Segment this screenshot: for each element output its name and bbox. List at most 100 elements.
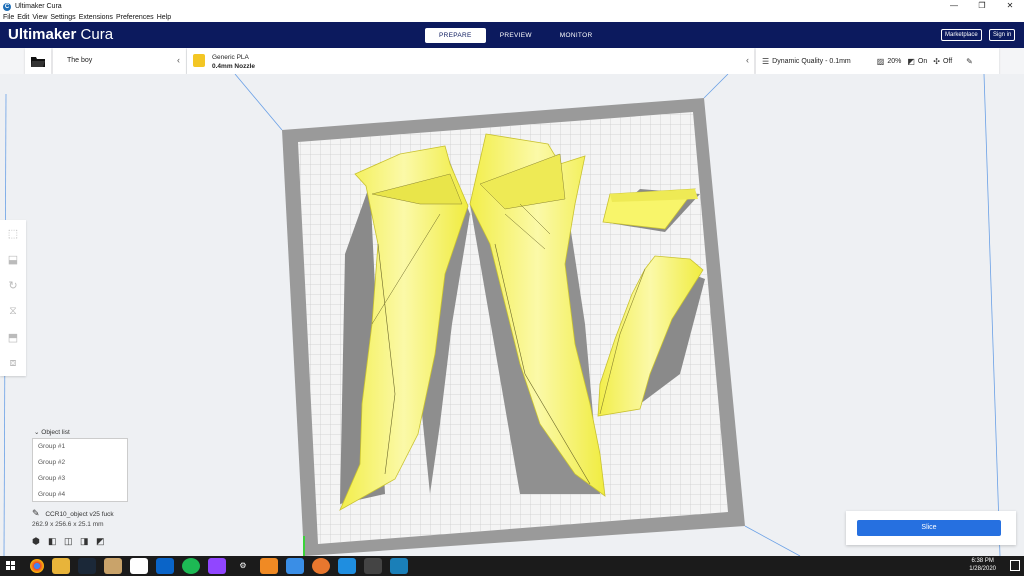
file-explorer-icon[interactable] (52, 558, 70, 574)
app2-icon[interactable] (364, 558, 382, 574)
menu-file[interactable]: File (3, 14, 14, 21)
rotate-tool-icon[interactable]: ↻ (0, 272, 26, 298)
adhesion-item[interactable]: ✣ Off (933, 57, 952, 66)
printer-material-panel[interactable]: Generic PLA 0.4mm Nozzle ‹ (187, 48, 754, 74)
taskbar-clock[interactable]: 6:38 PM 1/28/2020 (969, 557, 996, 573)
object-name-row[interactable]: ✎ CCR10_object v25 fuck (32, 508, 114, 519)
object-list: Group #1 Group #2 Group #3 Group #4 (32, 438, 128, 502)
notification-icon[interactable] (1010, 560, 1020, 571)
profile-item[interactable]: ☰ Dynamic Quality - 0.1mm (762, 57, 851, 66)
adhesion-icon: ✣ (933, 56, 940, 66)
minimize-button[interactable]: — (940, 0, 968, 13)
object-list-toggle[interactable]: ⌄ Object list (34, 428, 70, 436)
app3-icon[interactable] (390, 558, 408, 574)
app-icon[interactable] (104, 558, 122, 574)
move-tool-icon[interactable]: ⬚ (0, 220, 26, 246)
menu-help[interactable]: Help (157, 14, 171, 21)
support-item[interactable]: ◩ On (907, 57, 927, 66)
window-titlebar: C Ultimaker Cura — ❐ ✕ (0, 0, 1024, 13)
tool-bar: ⬚ ⬓ ↻ ⧖ ⬒ ⧈ (0, 220, 26, 376)
clock-date: 1/28/2020 (969, 566, 996, 572)
sign-in-button[interactable]: Sign in (989, 29, 1016, 41)
window-title: Ultimaker Cura (15, 3, 62, 10)
infill-value: 20% (887, 57, 902, 65)
tab-prepare[interactable]: PREPARE (425, 28, 486, 43)
volume-edge (744, 525, 801, 556)
slice-button[interactable]: Slice (857, 520, 1001, 536)
spotify-icon[interactable] (182, 558, 200, 574)
menu-extensions[interactable]: Extensions (79, 14, 113, 21)
volume-edge (983, 74, 1001, 556)
volume-edge (234, 74, 283, 131)
folder-icon (31, 56, 45, 67)
nozzle-size: 0.4mm Nozzle (212, 63, 255, 70)
steam-icon[interactable] (78, 558, 96, 574)
cura-taskbar-icon[interactable] (338, 558, 356, 574)
3d-view-icon[interactable]: ⬢ (32, 536, 48, 547)
profile-icon: ☰ (762, 56, 770, 66)
infill-icon: ▨ (876, 56, 885, 66)
maximize-button[interactable]: ❐ (968, 0, 996, 13)
edit-settings-button[interactable]: ✎ (966, 57, 976, 66)
support-icon: ◩ (907, 56, 915, 66)
infill-item[interactable]: ▨ 20% (877, 57, 902, 66)
logo-light-text: Cura (80, 26, 114, 43)
job-name[interactable]: The boy (67, 57, 92, 64)
adhesion-value: Off (942, 57, 953, 65)
windows-taskbar: ⚙ 6:38 PM 1/28/2020 (0, 556, 1024, 576)
volume-edge (703, 74, 729, 99)
logo-bold-text: Ultimaker (8, 26, 77, 43)
object-name: CCR10_object v25 fuck (45, 511, 114, 518)
settings-icon[interactable]: ⚙ (234, 558, 252, 574)
close-button[interactable]: ✕ (996, 0, 1024, 13)
slice-panel: Slice (846, 511, 1016, 545)
left-view-icon[interactable]: ◨ (80, 536, 96, 547)
twitch-icon[interactable] (208, 558, 226, 574)
right-view-icon[interactable]: ◩ (96, 536, 112, 547)
pencil-icon: ✎ (966, 56, 973, 66)
build-volume[interactable] (0, 74, 1024, 556)
fusion-icon[interactable] (260, 558, 278, 574)
per-model-settings-icon[interactable]: ⬒ (0, 324, 26, 350)
support-blocker-icon[interactable]: ⧈ (0, 350, 26, 376)
chevron-down-icon: ⌄ (34, 429, 40, 436)
menu-settings[interactable]: Settings (50, 14, 75, 21)
notepad-icon[interactable] (130, 558, 148, 574)
store-icon[interactable] (286, 558, 304, 574)
chevron-left-icon[interactable]: ‹ (177, 55, 180, 65)
tab-monitor[interactable]: MONITOR (546, 28, 607, 43)
menu-preferences[interactable]: Preferences (116, 14, 154, 21)
object-dimensions: 262.9 x 256.6 x 25.1 mm (32, 521, 104, 528)
job-name-panel[interactable]: The boy ‹ (53, 48, 186, 74)
view-orientation-buttons: ⬢ ◧ ◫ ◨ ◩ (32, 536, 112, 547)
material-name: Generic PLA (212, 54, 249, 61)
cura-logo: Ultimaker Cura (8, 26, 113, 43)
support-value: On (917, 57, 928, 65)
3d-viewport[interactable] (0, 74, 1024, 556)
marketplace-button[interactable]: Marketplace (941, 29, 982, 41)
outlook-icon[interactable] (156, 558, 174, 574)
list-item[interactable]: Group #1 (33, 439, 127, 455)
tab-preview[interactable]: PREVIEW (486, 28, 546, 43)
scale-tool-icon[interactable]: ⬓ (0, 246, 26, 272)
chrome-icon[interactable] (30, 559, 44, 573)
windows-start-icon[interactable] (6, 561, 16, 571)
open-file-button[interactable] (25, 48, 51, 74)
list-item[interactable]: Group #3 (33, 471, 127, 487)
stage-tabs: PREPARE PREVIEW MONITOR (425, 28, 606, 43)
blender-icon[interactable] (312, 558, 330, 574)
chevron-left-icon[interactable]: ‹ (746, 55, 749, 65)
list-item[interactable]: Group #2 (33, 455, 127, 471)
print-settings-panel[interactable]: ☰ Dynamic Quality - 0.1mm ▨ 20% ◩ On ✣ O… (756, 48, 999, 74)
clock-time: 6:38 PM (971, 558, 994, 564)
list-item[interactable]: Group #4 (33, 487, 127, 503)
app-header: Ultimaker Cura PREPARE PREVIEW MONITOR M… (0, 22, 1024, 48)
object-list-title: Object list (41, 429, 70, 436)
front-view-icon[interactable]: ◧ (48, 536, 64, 547)
menu-view[interactable]: View (32, 14, 47, 21)
mirror-tool-icon[interactable]: ⧖ (0, 298, 26, 324)
menu-edit[interactable]: Edit (17, 14, 29, 21)
pencil-icon: ✎ (32, 508, 40, 518)
top-view-icon[interactable]: ◫ (64, 536, 80, 547)
cura-app-icon: C (3, 2, 11, 11)
